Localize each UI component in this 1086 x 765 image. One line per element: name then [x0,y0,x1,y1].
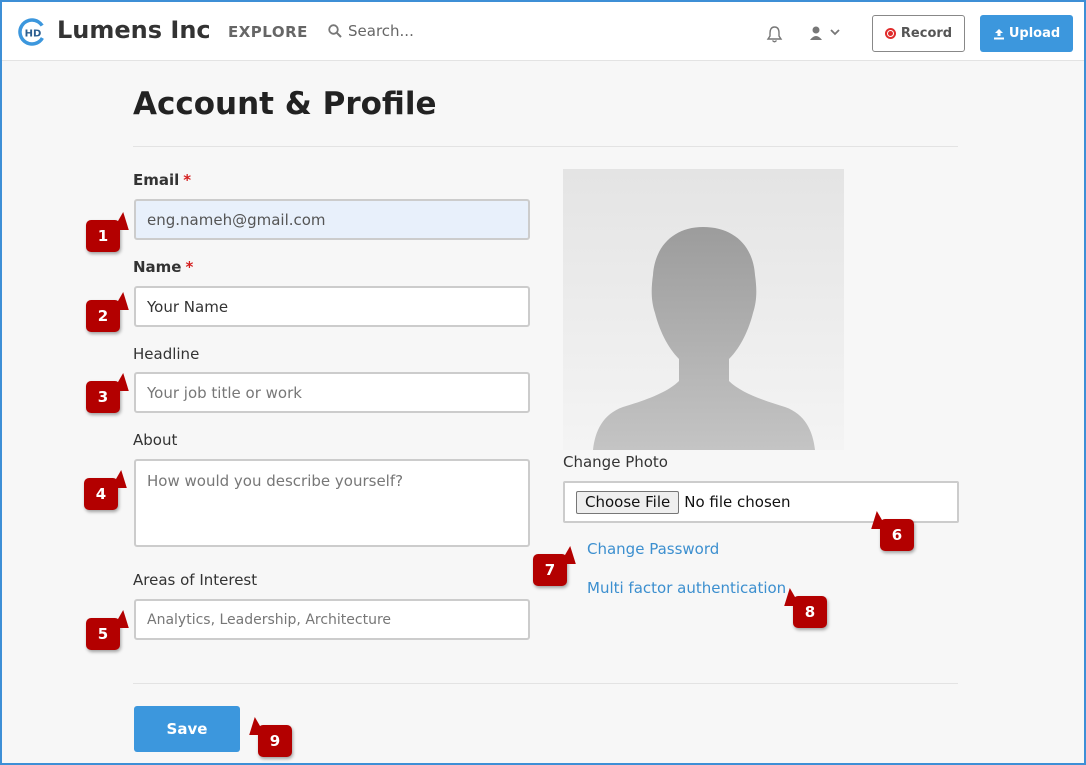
required-mark: * [183,171,192,189]
callout-number: 8 [804,603,816,621]
callout-badge: 2 [86,292,140,332]
callout-badge: 4 [84,470,138,510]
logo-icon: HD [18,18,46,46]
callout-badge: 9 [238,717,292,757]
upload-button[interactable]: Upload [980,15,1073,52]
change-password-link[interactable]: Change Password [587,540,719,558]
callout-badge: 6 [860,511,914,551]
user-menu[interactable] [808,24,844,42]
record-label: Record [900,26,953,41]
about-textarea[interactable] [134,459,530,547]
callout-number: 5 [97,625,109,643]
callout-pointer [773,588,801,606]
profile-photo [563,169,844,450]
interests-label: Areas of Interest [133,571,258,589]
about-label: About [133,431,178,449]
choose-file-button[interactable]: Choose File [576,490,680,514]
callout-number: 9 [269,732,281,750]
callout-badge: 3 [86,373,140,413]
record-icon [884,28,896,39]
email-label: Email * [133,171,191,189]
callout-number: 6 [891,526,903,544]
search-input[interactable] [348,18,548,44]
footer-divider [133,683,958,684]
callout-pointer [559,546,587,564]
callout-number: 2 [97,307,109,325]
file-input[interactable]: Choose File No file chosen [563,481,959,523]
save-button[interactable]: Save [134,706,240,752]
name-field[interactable] [134,286,530,327]
upload-icon [993,28,1004,39]
upload-label: Upload [1008,26,1061,41]
mfa-link[interactable]: Multi factor authentication [587,579,786,597]
interests-field[interactable] [134,599,530,640]
name-label: Name * [133,258,193,276]
avatar-silhouette-icon [593,227,815,450]
callout-badge: 8 [773,588,827,628]
brand-name[interactable]: Lumens Inc [57,16,211,44]
page-title: Account & Profile [133,86,437,122]
explore-link[interactable]: EXPLORE [228,23,308,41]
chevron-down-icon [830,29,840,36]
callout-pointer [238,717,266,735]
callout-number: 1 [97,227,109,245]
headline-field[interactable] [134,372,530,413]
title-divider [133,146,958,147]
record-button[interactable]: Record [872,15,965,52]
callout-badge: 1 [86,212,140,252]
email-field[interactable] [134,199,530,240]
app-frame: HD Lumens Inc EXPLORE Record [0,0,1086,765]
name-label-text: Name [133,258,182,276]
required-mark: * [185,258,194,276]
callout-number: 3 [97,388,109,406]
user-icon [810,26,840,40]
callout-badge: 5 [86,610,140,650]
change-photo-label: Change Photo [563,453,668,471]
top-nav: HD Lumens Inc EXPLORE Record [2,2,1084,61]
headline-label: Headline [133,345,200,363]
no-file-text: No file chosen [684,493,791,511]
email-label-text: Email [133,171,180,189]
bell-icon[interactable] [766,25,783,43]
search-icon [328,24,342,38]
logo-text: HD [25,29,42,40]
callout-number: 7 [544,561,556,579]
callout-number: 4 [95,485,107,503]
callout-badge: 7 [533,546,587,586]
